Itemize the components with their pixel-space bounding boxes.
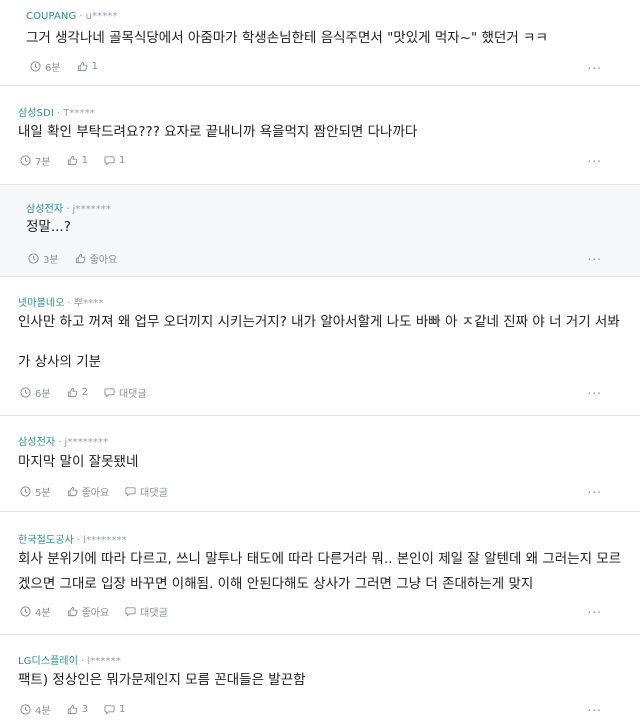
more-options-button[interactable]: ... — [588, 249, 602, 263]
comment-text-line: 회사 분위기에 따라 다르고, 쓰니 말투나 태도에 따라 다른거라 뭐.. 본… — [18, 551, 622, 567]
comment-meta: 한국철도공사 · l******** — [18, 535, 127, 546]
comment-actions: 7분 1 1 — [20, 153, 141, 168]
comment-item: 한국철도공사 · l******** 회사 분위기에 따라 다르고, 쓰니 말투나 … — [0, 512, 640, 635]
speech-bubble-icon — [104, 156, 115, 166]
comment-feed: COUPANG · u***** 그거 생각나네 골목식당에서 아줌마가 학생손님한… — [0, 0, 640, 728]
more-options-button[interactable]: ... — [588, 700, 602, 714]
comment-actions: 4분 3 1 — [20, 702, 141, 717]
comment-text-line: 인사만 하고 꺼져 왜 업무 오더끼지 시키는거지? 내가 알아서할게 나도 바… — [18, 314, 620, 330]
more-options-button[interactable]: ... — [588, 482, 602, 496]
comment-meta: LG디스플레이 · l****** — [18, 656, 121, 667]
company-name[interactable]: 한국철도공사 — [18, 535, 74, 546]
comment-actions: 4분 좋아요 대댓글 — [20, 604, 184, 619]
company-name[interactable]: 삼성전자 — [18, 437, 55, 448]
company-name[interactable]: COUPANG — [26, 11, 76, 22]
comment-meta: 삼성SDI · T***** — [18, 108, 95, 119]
clock-icon — [28, 253, 39, 264]
comment-text: 인사만 하고 꺼져 왜 업무 오더끼지 시키는거지? 내가 알아서할게 나도 바… — [18, 308, 620, 376]
clock-icon — [30, 61, 41, 72]
more-options-button[interactable]: ... — [588, 151, 602, 165]
comment-time: 6분 — [30, 59, 61, 74]
comment-actions: 6분 2 대댓글 — [20, 385, 163, 400]
comment-text-line: 가 상사의 기분 — [18, 354, 102, 370]
comment-actions: 5분 좋아요 대댓글 — [20, 484, 184, 499]
thumbs-up-icon — [77, 61, 87, 72]
comment-text-line: 정말...? — [26, 219, 71, 235]
speech-bubble-icon — [125, 487, 136, 497]
thumbs-up-icon — [67, 704, 77, 715]
clock-icon — [20, 387, 31, 398]
comment-time: 4분 — [20, 702, 51, 717]
user-id[interactable]: l******** — [83, 535, 127, 546]
comment-meta: 넷마블네오 · 뿌**** — [18, 298, 104, 309]
comment-text: 내일 확인 부탁드려요??? 요자로 끝내니까 욕을먹지 짬안되면 다나까다 — [18, 118, 417, 146]
reply-item: 삼성전자 · j******* 정말...? 3분 좋아요 ... — [0, 185, 640, 277]
clock-icon — [20, 486, 31, 497]
like-button[interactable]: 2 — [67, 387, 88, 398]
like-button[interactable]: 좋아요 — [67, 604, 109, 619]
comment-item: 삼성전자 · j******** 마지막 말이 잘못됐네 5분 좋아요 대댓글 ..… — [0, 416, 640, 512]
reply-button[interactable]: 대댓글 — [125, 604, 168, 619]
more-options-button[interactable]: ... — [588, 58, 602, 72]
speech-bubble-icon — [104, 705, 115, 715]
comment-text: 정말...? — [26, 213, 71, 241]
comment-item: 삼성SDI · T***** 내일 확인 부탁드려요??? 요자로 끝내니까 욕을먹… — [0, 86, 640, 185]
comment-text-line: 그거 생각나네 골목식당에서 아줌마가 학생손님한테 음식주면서 "맛있게 먹자… — [26, 30, 548, 46]
comment-time: 3분 — [28, 251, 59, 266]
comment-item: 넷마블네오 · 뿌**** 인사만 하고 꺼져 왜 업무 오더끼지 시키는거지? 내… — [0, 277, 640, 416]
comment-time: 6분 — [20, 385, 51, 400]
comment-item: LG디스플레이 · l****** 팩트) 정상인은 뭐가문제인지 모름 꼰대들은 … — [0, 635, 640, 728]
comment-text-line: 팩트) 정상인은 뭐가문제인지 모름 꼰대들은 발끈함 — [18, 672, 306, 688]
more-options-button[interactable]: ... — [588, 383, 602, 397]
comment-text: 팩트) 정상인은 뭐가문제인지 모름 꼰대들은 발끈함 — [18, 666, 306, 694]
clock-icon — [20, 606, 31, 617]
comment-item: COUPANG · u***** 그거 생각나네 골목식당에서 아줌마가 학생손님한… — [0, 0, 640, 86]
like-button[interactable]: 좋아요 — [75, 251, 117, 266]
comment-text-line: 겠으면 그대로 입장 바꾸면 이해됨. 이해 안된다해도 상사가 그러면 그냥 … — [18, 576, 534, 592]
thumbs-up-icon — [67, 387, 77, 398]
reply-button[interactable]: 대댓글 — [125, 484, 168, 499]
user-id[interactable]: j******* — [72, 204, 111, 215]
thumbs-up-icon — [67, 155, 77, 166]
comment-text: 그거 생각나네 골목식당에서 아줌마가 학생손님한테 음식주면서 "맛있게 먹자… — [26, 24, 548, 52]
speech-bubble-icon — [104, 388, 115, 398]
thumbs-up-icon — [75, 253, 85, 264]
clock-icon — [20, 155, 31, 166]
clock-icon — [20, 704, 31, 715]
comment-meta: 삼성전자 · j******** — [18, 437, 109, 448]
like-button[interactable]: 1 — [77, 61, 98, 72]
thumbs-up-icon — [67, 486, 77, 497]
comment-time: 5분 — [20, 484, 51, 499]
speech-bubble-icon — [125, 607, 136, 617]
comment-text: 회사 분위기에 따라 다르고, 쓰니 말투나 태도에 따라 다른거라 뭐.. 본… — [18, 547, 621, 597]
comment-text: 마지막 말이 잘못됐네 — [18, 448, 138, 476]
user-id[interactable]: u***** — [86, 11, 118, 22]
comment-meta: COUPANG · u***** — [26, 11, 118, 22]
like-button[interactable]: 좋아요 — [67, 484, 109, 499]
more-options-button[interactable]: ... — [588, 602, 602, 616]
comment-time: 7분 — [20, 153, 51, 168]
comment-text-line: 내일 확인 부탁드려요??? 요자로 끝내니까 욕을먹지 짬안되면 다나까다 — [18, 124, 418, 140]
thumbs-up-icon — [67, 606, 77, 617]
comment-text-line — [18, 336, 620, 348]
reply-button[interactable]: 1 — [104, 704, 125, 715]
user-id[interactable]: j******** — [64, 437, 108, 448]
comment-actions: 3분 좋아요 — [28, 251, 133, 266]
comment-time: 4분 — [20, 604, 51, 619]
comment-actions: 6분 1 — [30, 59, 114, 74]
like-button[interactable]: 1 — [67, 155, 88, 166]
reply-button[interactable]: 대댓글 — [104, 385, 147, 400]
reply-button[interactable]: 1 — [104, 155, 125, 166]
comment-text-line: 마지막 말이 잘못됐네 — [18, 454, 139, 470]
like-button[interactable]: 3 — [67, 704, 88, 715]
